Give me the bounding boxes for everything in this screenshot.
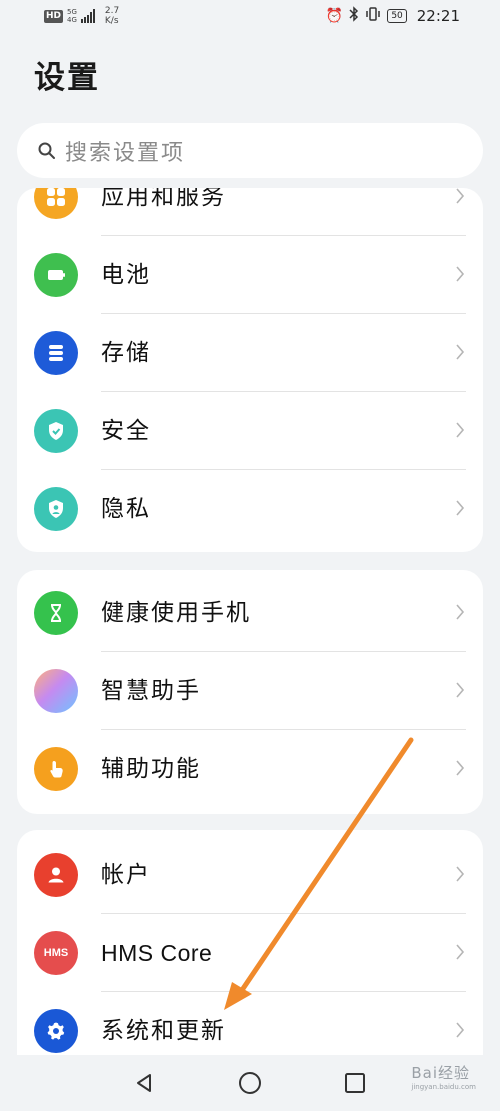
hourglass-icon bbox=[34, 591, 78, 635]
clock: 22:21 bbox=[416, 7, 460, 25]
settings-group-3: 帐户 HMS HMS Core 系统和更新 bbox=[17, 830, 483, 1055]
row-label: 隐私 bbox=[101, 496, 151, 522]
row-digital-balance[interactable]: 健康使用手机 bbox=[17, 574, 483, 652]
chevron-right-icon bbox=[456, 266, 465, 282]
row-label: 系统和更新 bbox=[101, 1018, 226, 1044]
watermark: Bai经验 jingyan.baidu.com bbox=[411, 1062, 476, 1091]
search-icon bbox=[38, 142, 55, 159]
row-label: 帐户 bbox=[101, 862, 151, 888]
network-type: 5G 4G bbox=[67, 8, 77, 24]
row-account[interactable]: 帐户 bbox=[17, 836, 483, 914]
chevron-right-icon bbox=[456, 944, 465, 960]
speed-unit: K/s bbox=[104, 16, 119, 26]
network-speed: 2.7 K/s bbox=[105, 6, 119, 26]
chevron-right-icon bbox=[456, 422, 465, 438]
signal-icon bbox=[80, 9, 95, 23]
chevron-right-icon bbox=[456, 682, 465, 698]
assistant-orb-icon bbox=[34, 669, 78, 713]
network-type-top: 5G bbox=[67, 8, 77, 16]
chevron-right-icon bbox=[456, 760, 465, 776]
speed-value: 2.7 bbox=[104, 6, 120, 16]
row-privacy[interactable]: 隐私 bbox=[17, 470, 483, 548]
privacy-shield-icon bbox=[34, 487, 78, 531]
watermark-subtext: jingyan.baidu.com bbox=[411, 1083, 476, 1091]
home-button[interactable] bbox=[238, 1071, 262, 1095]
page-title: 设置 bbox=[34, 60, 100, 96]
row-accessibility[interactable]: 辅助功能 bbox=[17, 730, 483, 808]
search-placeholder: 搜索设置项 bbox=[65, 140, 186, 166]
watermark-text: Bai经验 bbox=[411, 1064, 471, 1082]
recents-square-icon bbox=[345, 1073, 365, 1093]
hd-badge: HD bbox=[44, 9, 64, 23]
row-label: HMS Core bbox=[101, 940, 213, 966]
alarm-icon: ⏰ bbox=[325, 8, 344, 24]
chevron-right-icon bbox=[456, 344, 465, 360]
status-right: ⏰ 50 22:21 bbox=[326, 6, 460, 26]
hms-icon: HMS bbox=[34, 931, 78, 975]
chevron-right-icon bbox=[456, 866, 465, 882]
row-label: 存储 bbox=[101, 340, 151, 366]
apps-icon bbox=[34, 188, 78, 219]
home-circle-icon bbox=[239, 1072, 261, 1094]
recents-button[interactable] bbox=[343, 1071, 367, 1095]
row-storage[interactable]: 存储 bbox=[17, 314, 483, 392]
bluetooth-icon bbox=[349, 6, 359, 26]
shield-check-icon bbox=[34, 409, 78, 453]
back-triangle-icon bbox=[137, 1074, 151, 1092]
chevron-right-icon bbox=[456, 604, 465, 620]
row-label: 辅助功能 bbox=[101, 756, 201, 782]
chevron-right-icon bbox=[456, 500, 465, 516]
settings-group-1: 应用和服务 电池 存储 安全 隐私 bbox=[17, 188, 483, 552]
row-hms-core[interactable]: HMS HMS Core bbox=[17, 914, 483, 992]
status-left: HD 5G 4G 2.7 K/s bbox=[44, 6, 119, 26]
row-label: 安全 bbox=[101, 418, 151, 444]
hms-icon-text: HMS bbox=[43, 947, 69, 959]
status-bar: HD 5G 4G 2.7 K/s ⏰ 50 22:21 bbox=[0, 0, 500, 36]
network-type-bottom: 4G bbox=[67, 16, 77, 24]
row-label: 电池 bbox=[101, 262, 151, 288]
gear-icon bbox=[34, 1009, 78, 1053]
person-icon bbox=[34, 853, 78, 897]
row-security[interactable]: 安全 bbox=[17, 392, 483, 470]
search-bar[interactable]: 搜索设置项 bbox=[17, 123, 483, 178]
row-system-update[interactable]: 系统和更新 bbox=[17, 992, 483, 1055]
hand-pointer-icon bbox=[34, 747, 78, 791]
chevron-right-icon bbox=[456, 1022, 465, 1038]
row-apps-services[interactable]: 应用和服务 bbox=[17, 188, 483, 236]
row-battery[interactable]: 电池 bbox=[17, 236, 483, 314]
chevron-right-icon bbox=[456, 188, 465, 204]
battery-indicator: 50 bbox=[387, 9, 407, 23]
row-smart-assistant[interactable]: 智慧助手 bbox=[17, 652, 483, 730]
row-label: 健康使用手机 bbox=[101, 600, 251, 626]
storage-icon bbox=[34, 331, 78, 375]
settings-group-2: 健康使用手机 智慧助手 辅助功能 bbox=[17, 570, 483, 814]
battery-icon bbox=[34, 253, 78, 297]
row-label: 智慧助手 bbox=[101, 678, 201, 704]
vibrate-icon bbox=[365, 6, 381, 26]
back-button[interactable] bbox=[132, 1071, 156, 1095]
row-label: 应用和服务 bbox=[101, 188, 226, 210]
